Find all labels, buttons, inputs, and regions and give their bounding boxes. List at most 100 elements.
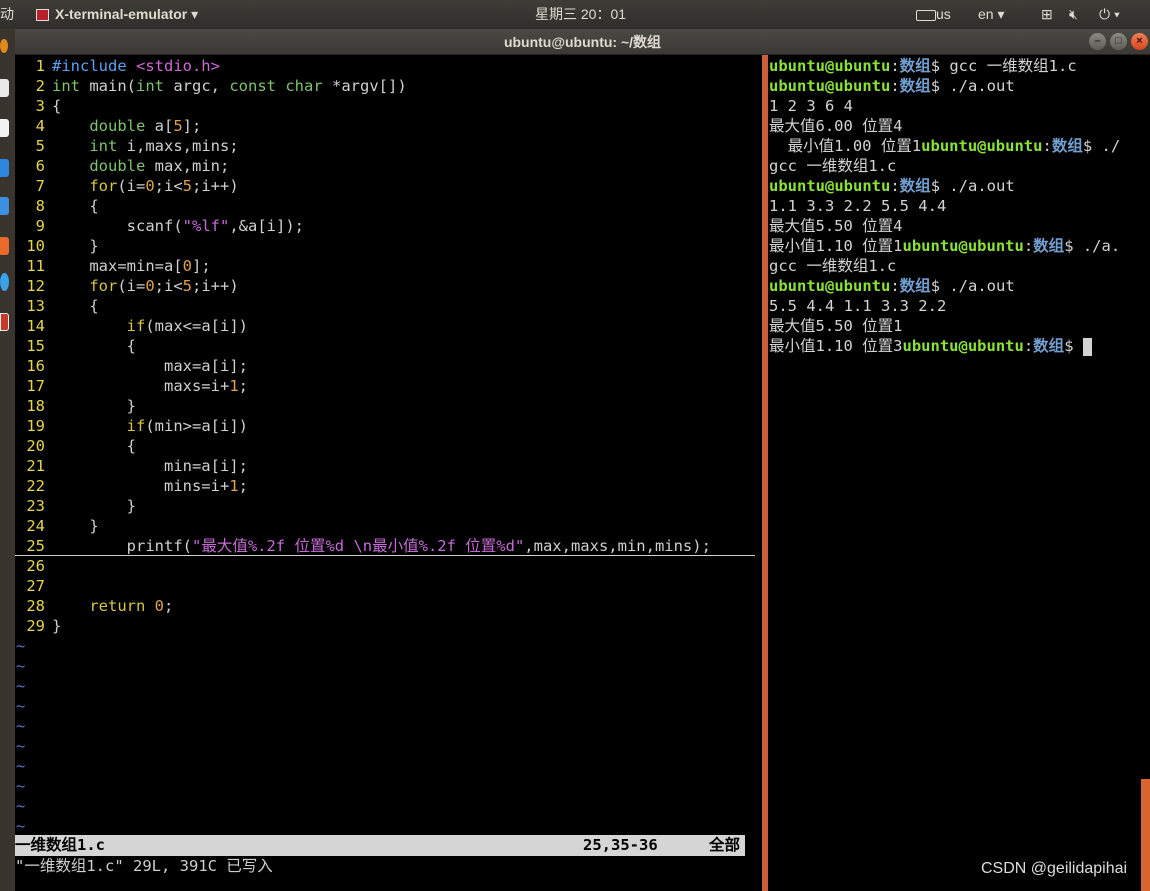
code-line[interactable]: 17 maxs=i+1; xyxy=(15,376,755,396)
browser-icon[interactable] xyxy=(0,273,9,291)
line-number: 14 xyxy=(26,317,45,335)
code-line[interactable]: 7 for(i=0;i<5;i++) xyxy=(15,176,755,196)
code-line[interactable]: 25 printf("最大值%.2f 位置%d \n最小值%.2f 位置%d",… xyxy=(15,536,755,556)
prompt-user: ubuntu@ubuntu xyxy=(769,177,891,195)
volume-icon[interactable]: 🔇︎ xyxy=(1069,0,1078,29)
minimize-button[interactable]: – xyxy=(1089,33,1106,50)
prompt-dir: 数组 xyxy=(1033,337,1065,355)
code-line[interactable]: 13 { xyxy=(15,296,755,316)
terminal-output: gcc 一维数组1.c xyxy=(769,157,897,175)
keyboard-indicator[interactable]: us xyxy=(916,0,951,29)
app-icon[interactable] xyxy=(0,237,9,255)
code-line[interactable]: 11 max=min=a[0]; xyxy=(15,256,755,276)
terminal-pane[interactable]: ubuntu@ubuntu:数组$ gcc 一维数组1.c ubuntu@ubun… xyxy=(768,55,1150,891)
empty-line-marker: ~ xyxy=(16,717,26,735)
code-line[interactable]: 9 scanf("%lf",&a[i]); xyxy=(15,216,755,236)
app-menu[interactable]: X-terminal-emulator ▾ xyxy=(36,0,198,29)
line-number: 11 xyxy=(26,257,45,275)
input-method[interactable]: en ▾ xyxy=(978,0,1005,29)
code-text: { xyxy=(52,297,99,315)
language-label: en xyxy=(978,6,994,22)
line-number: 28 xyxy=(26,597,45,615)
prompt-user: ubuntu@ubuntu xyxy=(769,57,891,75)
terminal-line: ubuntu@ubuntu:数组$ ./a.out xyxy=(769,76,1015,96)
code-line[interactable]: 12 for(i=0;i<5;i++) xyxy=(15,276,755,296)
code-line[interactable]: 3{ xyxy=(15,96,755,116)
line-number: 16 xyxy=(26,357,45,375)
code-line[interactable]: 16 max=a[i]; xyxy=(15,356,755,376)
prompt-dir: 数组 xyxy=(899,77,931,95)
status-position: 25,35-36 xyxy=(583,836,658,854)
scrollbar[interactable] xyxy=(1141,779,1150,891)
code-line[interactable]: 15 { xyxy=(15,336,755,356)
network-icon[interactable]: ⊞ xyxy=(1041,0,1053,29)
clock[interactable]: 星期三 20：01 xyxy=(535,0,626,29)
code-line[interactable]: 22 mins=i+1; xyxy=(15,476,755,496)
watermark: CSDN @geilidapihai xyxy=(981,860,1128,877)
code-line[interactable]: 27 xyxy=(15,576,755,596)
line-number: 9 xyxy=(35,217,45,235)
prompt-user: ubuntu@ubuntu xyxy=(769,277,891,295)
code-line[interactable]: 4 double a[5]; xyxy=(15,116,755,136)
code-line[interactable]: 28 return 0; xyxy=(15,596,755,616)
terminal-command: $ ./a. xyxy=(1064,237,1121,255)
terminal-line: 最小值1.10 位置3ubuntu@ubuntu:数组$ xyxy=(769,336,1092,356)
firefox-icon[interactable] xyxy=(0,39,8,53)
code-text: { xyxy=(52,197,99,215)
window-title-bar[interactable]: ubuntu@ubuntu: ~/数组 – □ × xyxy=(15,29,1150,55)
files-icon[interactable] xyxy=(0,79,9,97)
code-text: int main(int argc, const char *argv[]) xyxy=(52,77,407,95)
code-line[interactable]: 21 min=a[i]; xyxy=(15,456,755,476)
terminal-output: 最大值6.00 位置4 xyxy=(769,117,903,135)
close-button[interactable]: × xyxy=(1131,33,1148,50)
app-icon[interactable] xyxy=(0,159,9,177)
prompt-colon: : xyxy=(890,57,900,75)
code-text: } xyxy=(52,397,136,415)
code-text: } xyxy=(52,617,62,635)
code-line[interactable]: 6 double max,min; xyxy=(15,156,755,176)
terminal-app-icon xyxy=(36,9,49,22)
prompt-dir: 数组 xyxy=(899,177,931,195)
line-number: 4 xyxy=(35,117,45,135)
code-line[interactable]: 8 { xyxy=(15,196,755,216)
code-line[interactable]: 20 { xyxy=(15,436,755,456)
line-number: 3 xyxy=(35,97,45,115)
code-line[interactable]: 10 } xyxy=(15,236,755,256)
prompt-colon: : xyxy=(890,77,900,95)
code-line[interactable]: 1 #include <stdio.h> xyxy=(15,56,755,76)
window-title: ubuntu@ubuntu: ~/数组 xyxy=(503,34,662,50)
terminal-line: 5.5 4.4 1.1 3.3 2.2 xyxy=(769,296,946,316)
document-icon[interactable] xyxy=(0,119,9,137)
code-text: } xyxy=(52,517,99,535)
code-line[interactable]: 24 } xyxy=(15,516,755,536)
app-menu-label: X-terminal-emulator xyxy=(55,6,188,22)
line-number: 25 xyxy=(26,537,45,555)
code-line[interactable]: 26 xyxy=(15,556,755,576)
code-line[interactable]: 5 int i,maxs,mins; xyxy=(15,136,755,156)
terminal-line: 1.1 3.3 2.2 5.5 4.4 xyxy=(769,196,946,216)
power-icon[interactable]: ⏻ ▾ xyxy=(1099,0,1120,29)
code-text: } xyxy=(52,497,136,515)
terminal-command: $ ./a.out xyxy=(930,277,1015,295)
terminal-line: gcc 一维数组1.c xyxy=(769,156,896,176)
terminal-cursor xyxy=(1082,337,1092,356)
activities-label[interactable]: 动 xyxy=(0,0,14,29)
empty-line-marker: ~ xyxy=(16,797,26,815)
code-line[interactable]: 2 int main(int argc, const char *argv[]) xyxy=(15,76,755,96)
maximize-button[interactable]: □ xyxy=(1110,33,1127,50)
terminal-line: 最小值1.00 位置1ubuntu@ubuntu:数组$ ./ xyxy=(769,136,1121,156)
code-line[interactable]: 19 if(min>=a[i]) xyxy=(15,416,755,436)
code-line[interactable]: 18 } xyxy=(15,396,755,416)
terminal-command: $ gcc 一维数组1.c xyxy=(930,57,1077,75)
code-line[interactable]: 23 } xyxy=(15,496,755,516)
vim-editor-pane[interactable]: 1 #include <stdio.h> 2 int main(int argc, c… xyxy=(15,55,762,891)
empty-line-marker: ~ xyxy=(16,657,26,675)
status-filename: 一维数组1.c xyxy=(15,836,105,854)
code-line[interactable]: 29} xyxy=(15,616,755,636)
terminal-icon[interactable] xyxy=(0,313,9,331)
code-line[interactable]: 14 if(max<=a[i]) xyxy=(15,316,755,336)
software-center-icon[interactable] xyxy=(0,197,9,215)
line-number: 21 xyxy=(26,457,45,475)
code-text: #include <stdio.h> xyxy=(52,57,220,75)
line-number: 18 xyxy=(26,397,45,415)
